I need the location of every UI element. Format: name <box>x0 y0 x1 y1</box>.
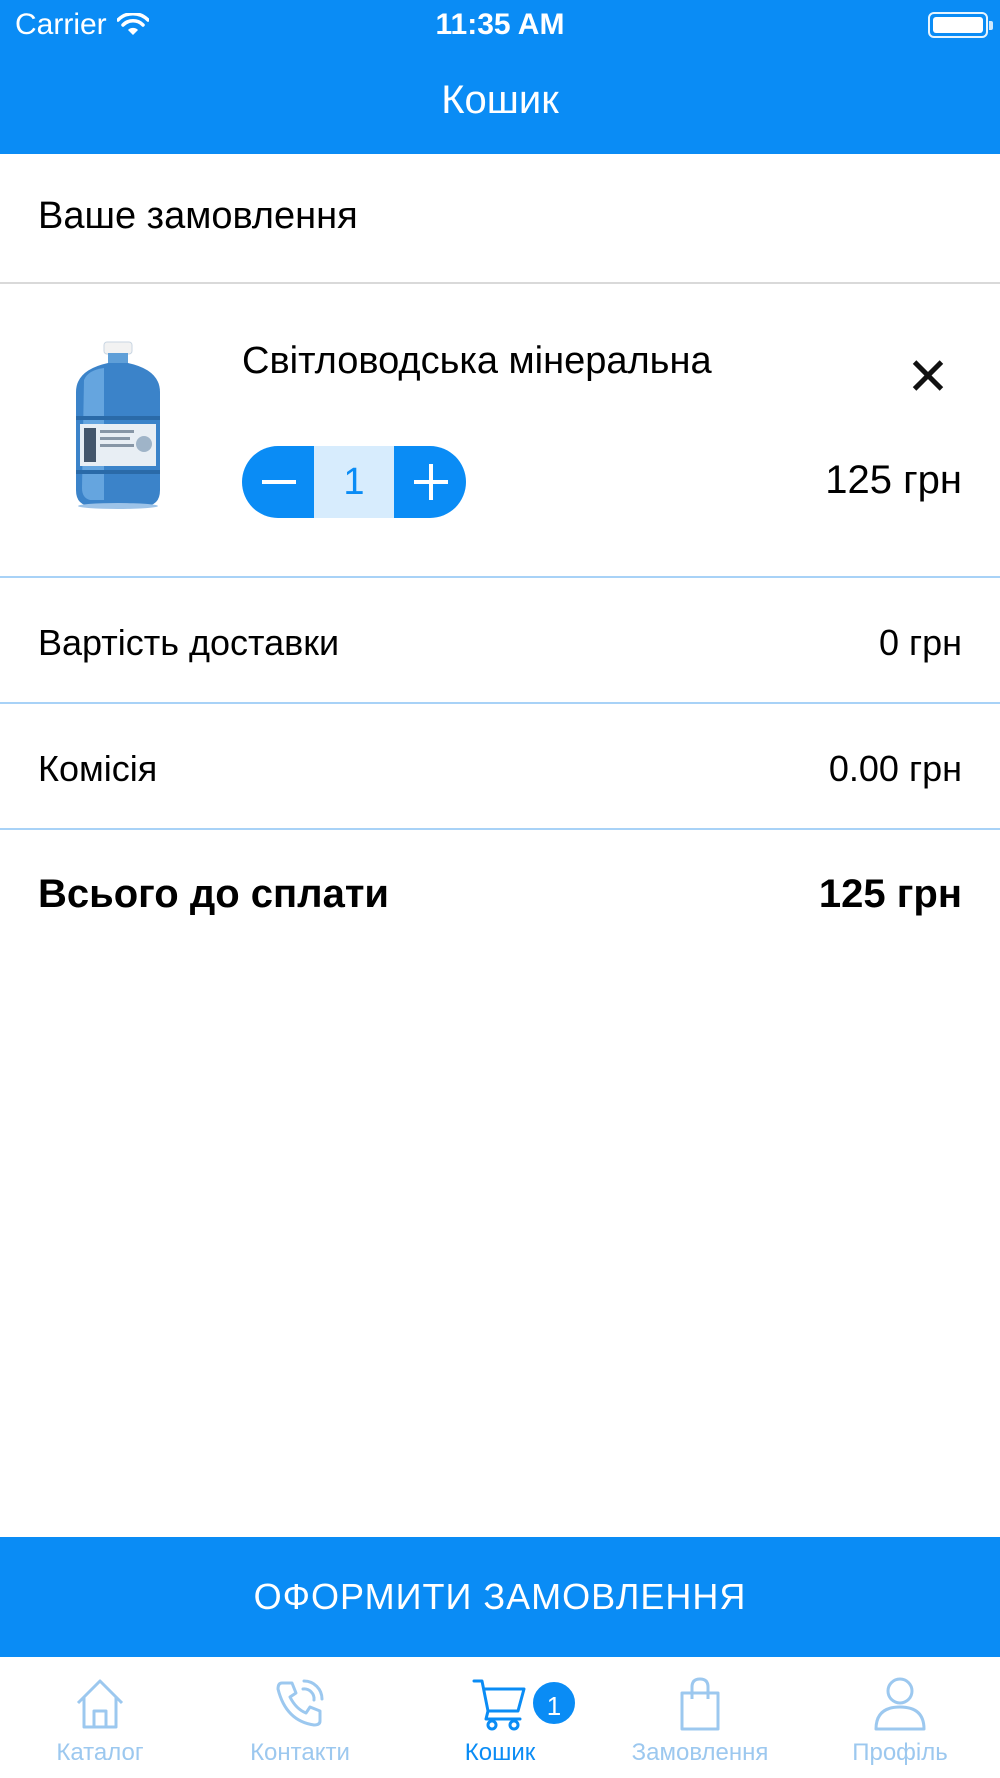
increase-quantity-button[interactable] <box>394 446 466 518</box>
total-label: Всього до сплати <box>38 872 390 916</box>
divider <box>0 576 1000 578</box>
minus-icon <box>262 480 296 484</box>
shopping-bag-icon <box>680 1677 720 1731</box>
cart-count-badge: 1 <box>530 1679 578 1727</box>
page-title: Кошик <box>441 78 559 122</box>
header: Carrier 11:35 AM Кошик <box>0 0 1000 154</box>
home-icon <box>76 1679 124 1729</box>
product-price: 125 грн <box>825 458 962 502</box>
tab-catalog[interactable]: Каталог <box>0 1657 200 1778</box>
divider <box>0 282 1000 284</box>
delivery-cost-value: 0 грн <box>878 622 962 663</box>
tab-bar: Каталог Контакти Кошик Замовлення Профіл… <box>0 1657 1000 1778</box>
tab-profile[interactable]: Профіль <box>800 1657 1000 1778</box>
remove-item-button[interactable] <box>905 350 955 400</box>
section-title: Ваше замовлення <box>38 195 358 237</box>
tab-orders[interactable]: Замовлення <box>600 1657 800 1778</box>
quantity-value: 1 <box>314 446 394 518</box>
water-bottle-image <box>68 340 168 510</box>
tab-label: Каталог <box>56 1739 144 1766</box>
battery-icon <box>928 12 993 38</box>
cart-icon <box>472 1679 526 1731</box>
commission-label: Комісія <box>38 748 158 789</box>
tab-label: Замовлення <box>631 1739 769 1766</box>
divider <box>0 702 1000 704</box>
checkout-button[interactable]: ОФОРМИТИ ЗАМОВЛЕННЯ <box>0 1537 1000 1657</box>
phone-icon <box>276 1679 324 1727</box>
quantity-stepper: 1 <box>242 446 466 518</box>
total-value: 125 грн <box>818 872 962 916</box>
delivery-cost-label: Вартість доставки <box>38 622 340 663</box>
divider <box>0 828 1000 830</box>
tab-label: Кошик <box>464 1739 536 1766</box>
user-icon <box>874 1677 926 1731</box>
commission-value: 0.00 грн <box>828 748 962 789</box>
product-name: Світловодська мінеральна <box>242 340 712 382</box>
tab-label: Профіль <box>852 1739 948 1766</box>
tab-label: Контакти <box>250 1739 350 1766</box>
status-time: 11:35 AM <box>435 8 565 41</box>
decrease-quantity-button[interactable] <box>242 446 314 518</box>
tab-contacts[interactable]: Контакти <box>200 1657 400 1778</box>
